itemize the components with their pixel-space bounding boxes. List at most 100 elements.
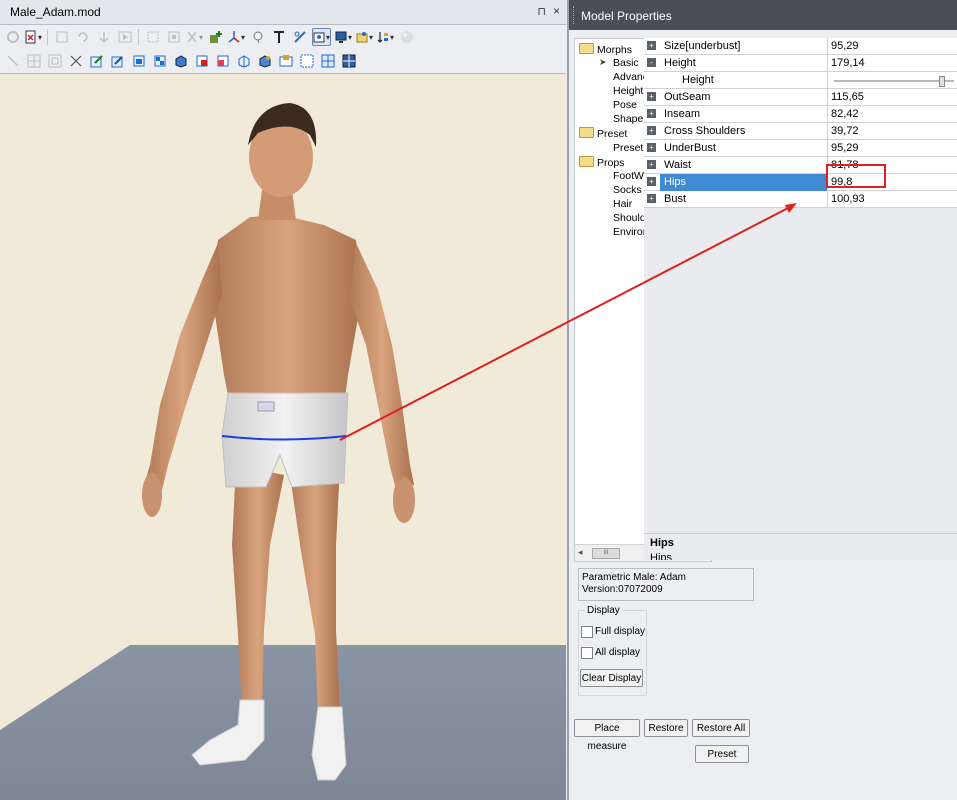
- folder-icon[interactable]: [356, 29, 373, 45]
- text-tool-icon[interactable]: [270, 29, 287, 45]
- floor-plane: [0, 645, 566, 800]
- add-icon[interactable]: [207, 29, 224, 45]
- preset-button[interactable]: Preset: [695, 745, 749, 763]
- copy-icon[interactable]: [53, 29, 70, 45]
- transform-icon[interactable]: [46, 53, 63, 69]
- cube-icon-2[interactable]: [151, 53, 168, 69]
- redo-icon[interactable]: [95, 29, 112, 45]
- expand-icon[interactable]: +: [647, 177, 656, 186]
- property-row-waist[interactable]: + Waist 81,78: [644, 157, 957, 174]
- tree-item-hair[interactable]: Hair: [613, 198, 632, 210]
- grid-icon[interactable]: [25, 53, 42, 69]
- pointer-icon[interactable]: [67, 53, 84, 69]
- tree-item-preset[interactable]: Preset: [613, 142, 643, 154]
- cube-icon-4[interactable]: [193, 53, 210, 69]
- cube-icon[interactable]: [130, 53, 147, 69]
- tree-folder-morphs[interactable]: Morphs: [579, 43, 632, 56]
- 3d-scene[interactable]: [0, 75, 566, 800]
- line-icon[interactable]: [4, 53, 21, 69]
- property-value[interactable]: 95,29: [831, 142, 859, 154]
- close-icon[interactable]: ×: [553, 4, 560, 18]
- property-label: UnderBust: [664, 142, 716, 154]
- property-row-inseam[interactable]: + Inseam 82,42: [644, 106, 957, 123]
- cube-icon-11[interactable]: [340, 53, 357, 69]
- property-value[interactable]: 100,93: [831, 193, 865, 205]
- expand-icon[interactable]: +: [647, 109, 656, 118]
- tree-folder-preset[interactable]: Preset: [579, 127, 627, 140]
- axis-icon[interactable]: [228, 29, 245, 45]
- cube-icon-6[interactable]: [235, 53, 252, 69]
- sphere-icon[interactable]: [398, 29, 415, 45]
- panel-title-bar[interactable]: Model Properties: [569, 0, 957, 30]
- file-export-icon[interactable]: [25, 29, 42, 45]
- place-measure-button[interactable]: Place measure: [574, 719, 640, 752]
- height-slider-handle[interactable]: [939, 76, 945, 87]
- display-group-label: Display: [585, 605, 622, 616]
- expand-icon[interactable]: +: [647, 160, 656, 169]
- undo-icon[interactable]: [74, 29, 91, 45]
- sort-icon[interactable]: [377, 29, 394, 45]
- restore-button[interactable]: Restore: [644, 719, 688, 737]
- edit-icon[interactable]: [88, 53, 105, 69]
- select-icon[interactable]: [165, 29, 182, 45]
- tree-label: Props: [597, 157, 625, 169]
- property-value[interactable]: 115,65: [831, 91, 864, 103]
- expand-icon[interactable]: +: [647, 126, 656, 135]
- cube-icon-3[interactable]: [172, 53, 189, 69]
- property-row-size-underbust[interactable]: + Size[underbust] 95,29: [644, 38, 957, 55]
- all-display-checkbox[interactable]: [581, 647, 593, 659]
- property-value[interactable]: 179,14: [831, 57, 865, 69]
- expand-icon[interactable]: [186, 29, 203, 45]
- property-row-outseam[interactable]: + OutSeam 115,65: [644, 89, 957, 106]
- expand-icon[interactable]: +: [647, 92, 656, 101]
- expand-icon[interactable]: +: [647, 194, 656, 203]
- property-row-underbust[interactable]: + UnderBust 95,29: [644, 140, 957, 157]
- cube-icon-9[interactable]: [298, 53, 315, 69]
- edit-icon-2[interactable]: [109, 53, 126, 69]
- tree-item-shape[interactable]: Shape: [613, 113, 643, 125]
- property-value[interactable]: 82,42: [831, 108, 859, 120]
- grip-handle[interactable]: [573, 6, 577, 24]
- pin-icon[interactable]: ⊓: [537, 5, 546, 18]
- full-display-label[interactable]: Full display: [595, 626, 645, 637]
- fit-icon[interactable]: [144, 29, 161, 45]
- cube-icon-10[interactable]: [319, 53, 336, 69]
- restore-all-button[interactable]: Restore All: [692, 719, 750, 737]
- property-row-bust[interactable]: + Bust 100,93: [644, 191, 957, 208]
- recycle-icon[interactable]: [4, 29, 21, 45]
- property-value[interactable]: 95,29: [831, 40, 859, 52]
- settings-icon[interactable]: [312, 28, 331, 46]
- divider: [827, 72, 828, 89]
- tree-folder-props[interactable]: Props: [579, 156, 624, 169]
- tree-item-socks[interactable]: Socks: [613, 184, 642, 196]
- monitor-icon[interactable]: [335, 29, 352, 45]
- link-icon[interactable]: [291, 29, 308, 45]
- document-tab[interactable]: Male_Adam.mod ⊓ ×: [0, 0, 566, 25]
- tree-item-basic[interactable]: ➤ Basic: [599, 57, 639, 69]
- play-icon[interactable]: [116, 29, 133, 45]
- cube-icon-7[interactable]: [256, 53, 273, 69]
- lasso-icon[interactable]: [249, 29, 266, 45]
- expand-icon[interactable]: +: [647, 41, 656, 50]
- tree-label: Pose: [613, 99, 637, 111]
- property-row-height-slider[interactable]: Height: [644, 72, 957, 89]
- full-display-checkbox[interactable]: [581, 626, 593, 638]
- property-row-hips[interactable]: + Hips 99,8: [644, 174, 957, 191]
- divider: [827, 55, 828, 72]
- tree-label: Advanc: [613, 71, 649, 83]
- property-row-cross-shoulders[interactable]: + Cross Shoulders 39,72: [644, 123, 957, 140]
- tree-item-pose[interactable]: Pose: [613, 99, 637, 111]
- scroll-thumb[interactable]: III: [592, 548, 620, 559]
- property-row-height[interactable]: - Height 179,14: [644, 55, 957, 72]
- collapse-icon[interactable]: -: [647, 58, 656, 67]
- tree-item-advanced[interactable]: Advanc: [613, 71, 648, 83]
- property-value[interactable]: 39,72: [831, 125, 859, 137]
- scroll-left-icon[interactable]: ◂: [578, 547, 583, 558]
- all-display-label[interactable]: All display: [595, 647, 640, 658]
- cube-icon-8[interactable]: [277, 53, 294, 69]
- clear-display-button[interactable]: Clear Display: [580, 669, 643, 687]
- tree-label: Shape: [613, 113, 644, 125]
- cube-icon-5[interactable]: [214, 53, 231, 69]
- expand-icon[interactable]: +: [647, 143, 656, 152]
- height-slider-track[interactable]: [834, 80, 954, 82]
